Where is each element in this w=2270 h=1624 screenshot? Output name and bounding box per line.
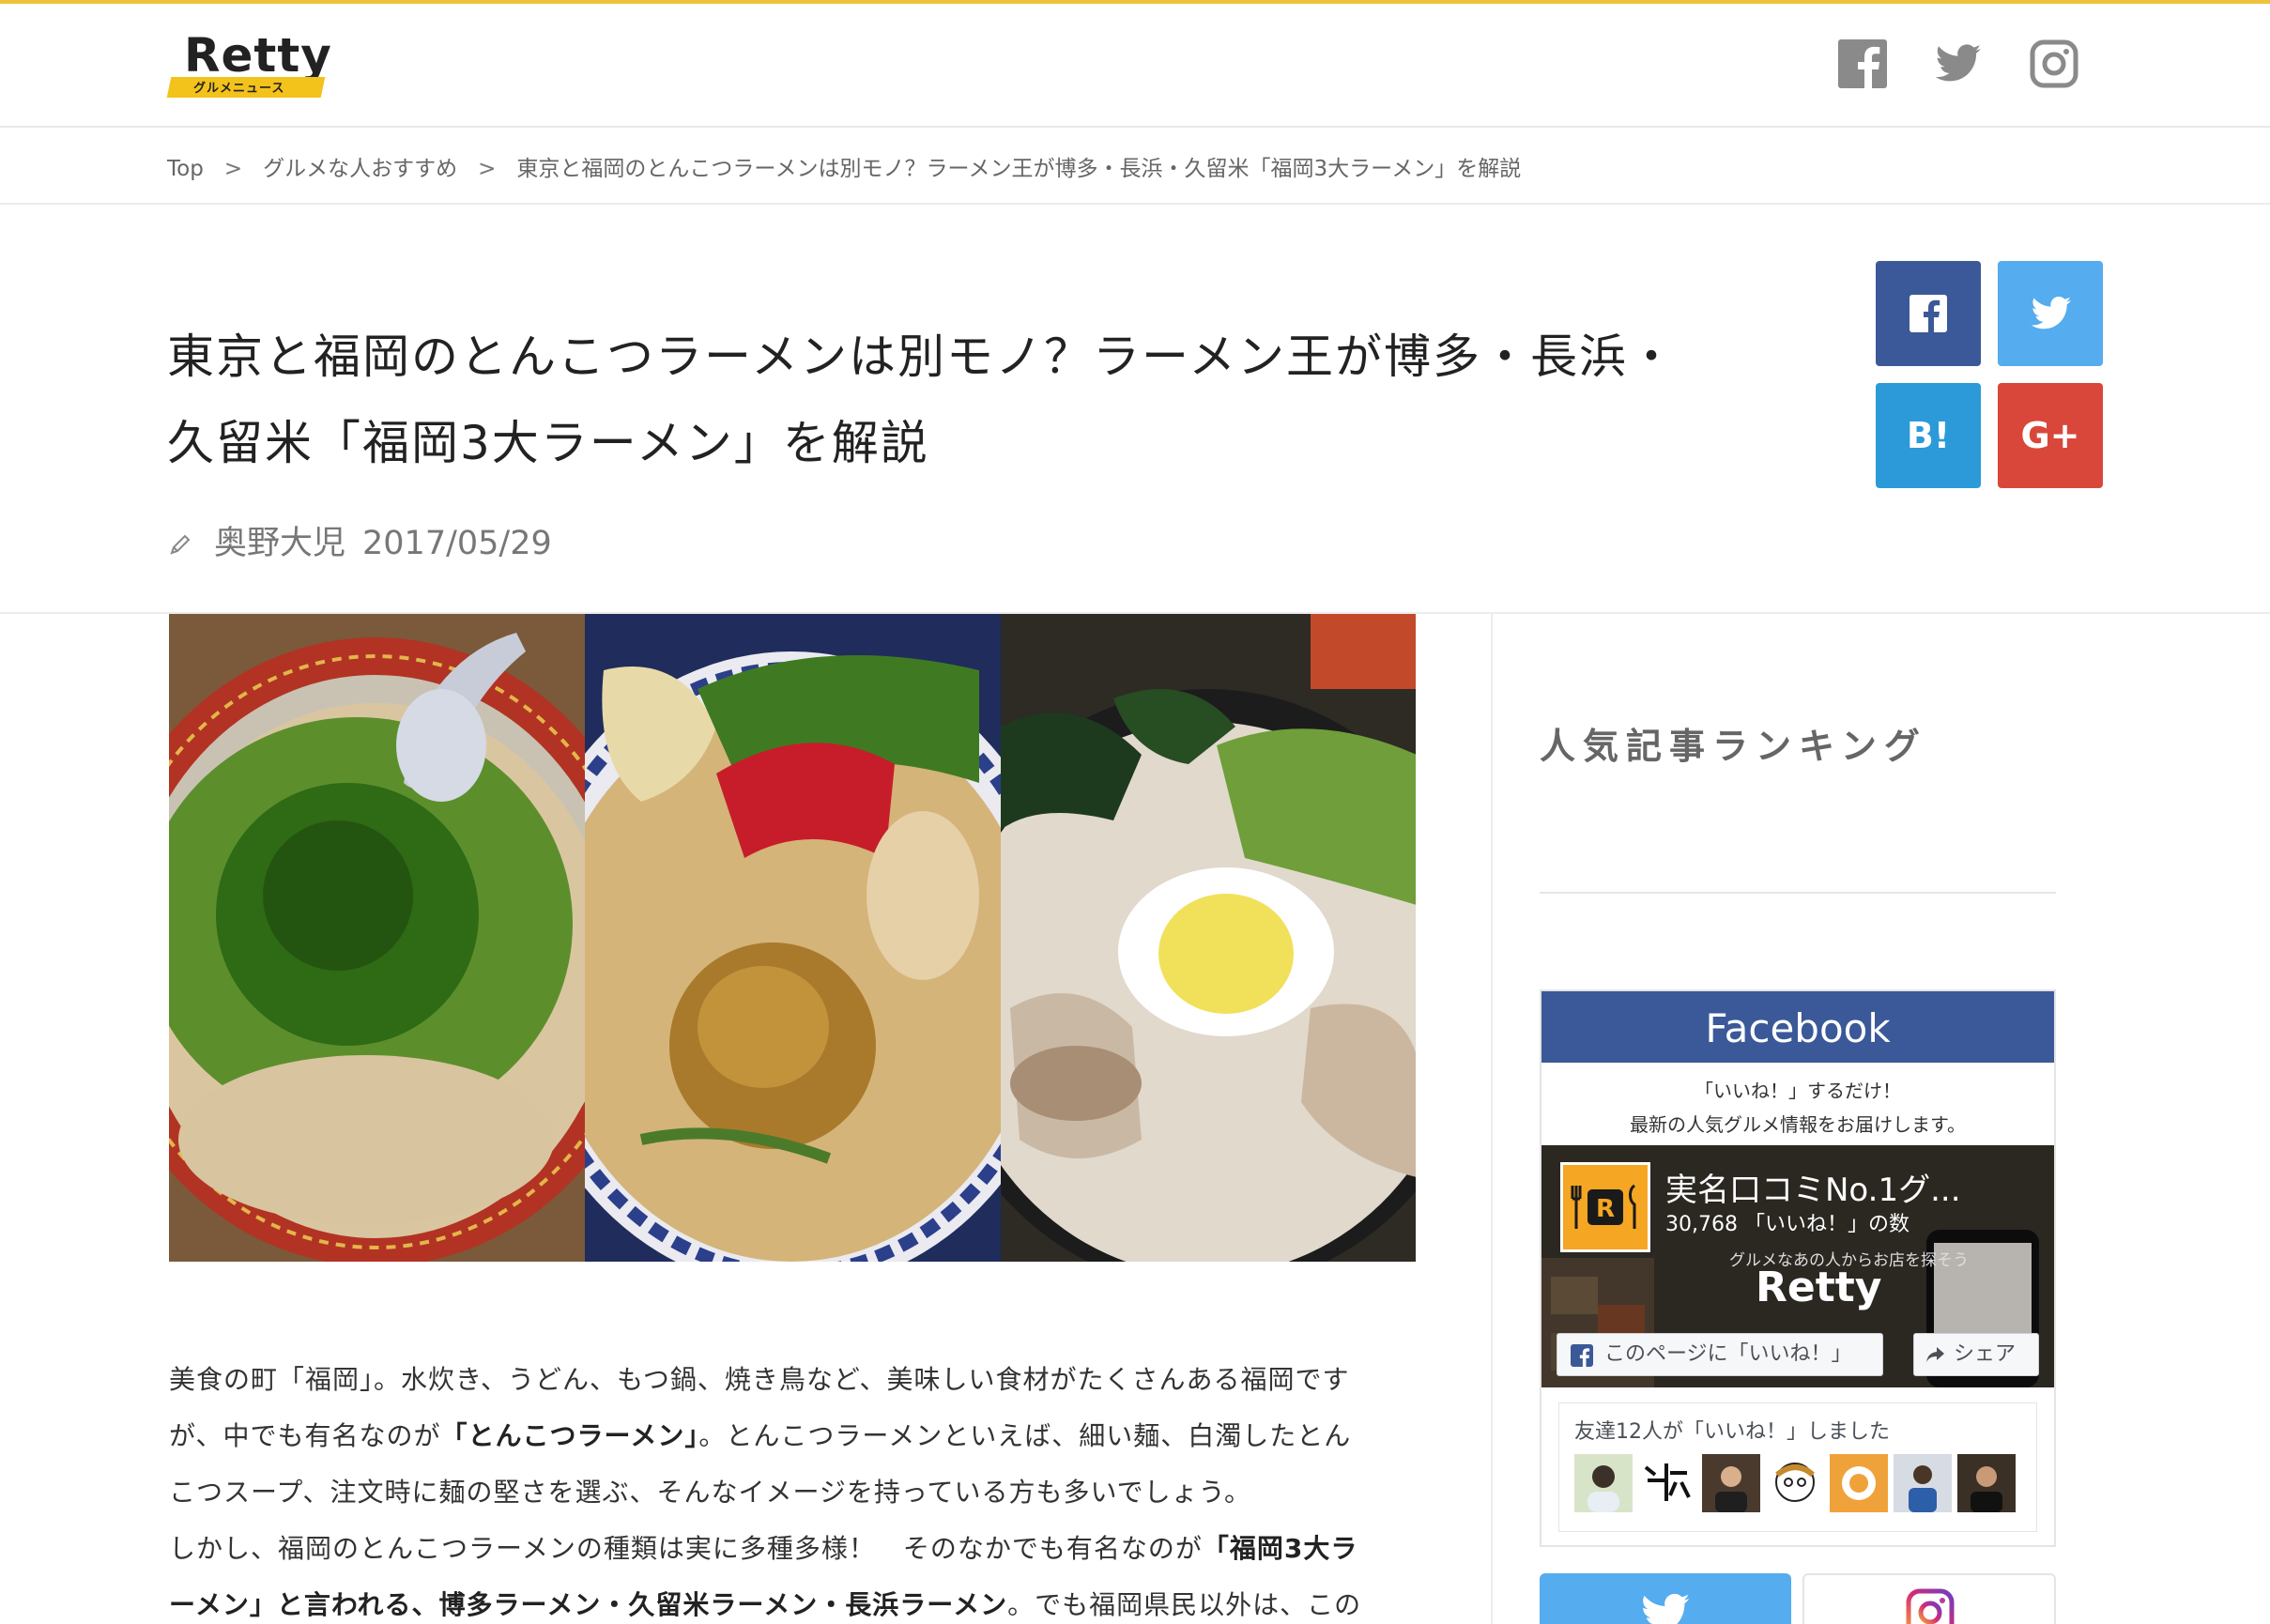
author-name[interactable]: 奥野大児 xyxy=(214,525,345,562)
article-text: しかし、福岡のとんこつラーメンの種類は実に多種多様！ そのなかでも有名なのが xyxy=(169,1533,1203,1564)
twitter-icon xyxy=(1643,1593,1690,1624)
twitter-follow-button[interactable] xyxy=(1540,1573,1791,1624)
twitter-icon xyxy=(1998,261,2103,366)
twitter-icon[interactable] xyxy=(1932,38,1985,90)
friend-avatar[interactable] xyxy=(1894,1454,1952,1512)
friend-avatar[interactable] xyxy=(1638,1454,1696,1512)
facebook-icon xyxy=(1876,261,1981,366)
facebook-icon xyxy=(1571,1344,1593,1367)
article-meta: 奥野大児 2017/05/29 xyxy=(167,516,552,563)
hero-image xyxy=(169,614,1416,1262)
ramen-photo-1 xyxy=(169,614,585,1262)
svg-text:R: R xyxy=(1596,1195,1615,1223)
facebook-icon[interactable] xyxy=(1836,38,1889,90)
facebook-share-button[interactable]: シェア xyxy=(1913,1333,2039,1376)
breadcrumb-current: 東京と福岡のとんこつラーメンは別モノ？ラーメン王が博多・長浜・久留米「福岡3大ラ… xyxy=(516,157,1522,181)
hatena-icon: B! xyxy=(1906,415,1951,456)
article-title: 東京と福岡のとんこつラーメンは別モノ？ラーメン王が博多・長浜・ 久留米「福岡3大… xyxy=(167,314,1763,486)
ranking-divider xyxy=(1540,892,2056,894)
friend-avatar[interactable] xyxy=(1830,1454,1888,1512)
site-header: Retty グルメニュース xyxy=(0,4,2270,128)
ranking-heading: 人気記事ランキング xyxy=(1540,726,1927,767)
share-arrow-icon xyxy=(1926,1347,1944,1362)
share-twitter-button[interactable] xyxy=(1998,261,2103,366)
facebook-like-count: 30,768 「いいね！」の数 xyxy=(1665,1207,1910,1237)
share-label: シェア xyxy=(1954,1342,2017,1366)
instagram-follow-button[interactable] xyxy=(1802,1573,2056,1624)
facebook-like-page-button[interactable]: このページに「いいね！」 xyxy=(1557,1333,1883,1376)
pen-icon xyxy=(170,534,191,555)
ramen-photo-3 xyxy=(1001,614,1416,1262)
breadcrumb-category[interactable]: グルメな人おすすめ xyxy=(263,150,457,182)
article-title-line2: 久留米「福岡3大ラーメン」を解説 xyxy=(167,416,929,470)
sidebar-divider xyxy=(1491,612,1493,1624)
instagram-icon[interactable] xyxy=(2028,38,2080,90)
article-paragraph-1: 美食の町「福岡」。水炊き、うどん、もつ鍋、焼き鳥など、美味しい食材がたくさんある… xyxy=(169,1352,1418,1521)
facebook-widget-description: 「いいね！」するだけ！ 最新の人気グルメ情報をお届けします。 xyxy=(1541,1074,2054,1141)
facebook-friends-box: 友達12人が「いいね！」しました xyxy=(1558,1402,2037,1532)
friends-liked-text: 友達12人が「いいね！」しました xyxy=(1574,1420,1890,1444)
facebook-widget: Facebook 「いいね！」するだけ！ 最新の人気グルメ情報をお届けします。 … xyxy=(1540,989,2056,1547)
article-paragraph-2: しかし、福岡のとんこつラーメンの種類は実に多種多様！ そのなかでも有名なのが「福… xyxy=(169,1521,1418,1624)
facebook-widget-heading: Facebook xyxy=(1541,991,2054,1063)
friend-avatar[interactable] xyxy=(1574,1454,1633,1512)
friend-avatar[interactable] xyxy=(1702,1454,1760,1512)
retty-logo[interactable]: Retty グルメニュース xyxy=(166,28,331,101)
article-text: が、中でも有名なのが xyxy=(169,1420,441,1451)
facebook-page-cover[interactable]: R 実名口コミNo.1グ... 30,768 「いいね！」の数 グルメなあの人か… xyxy=(1541,1145,2054,1387)
breadcrumb: Top > グルメな人おすすめ > 東京と福岡のとんこつラーメンは別モノ？ラーメン王が博… xyxy=(167,150,1521,182)
article-body: 美食の町「福岡」。水炊き、うどん、もつ鍋、焼き鳥など、美味しい食材がたくさんある… xyxy=(169,1352,1418,1624)
article-bold-text: ーメン」と言われる、博多ラーメン・久留米ラーメン・長浜ラーメン xyxy=(169,1589,1008,1620)
article-text: 。でも福岡県民以外は、この xyxy=(1007,1589,1362,1620)
breadcrumb-separator: > xyxy=(223,157,243,181)
like-count-label: 「いいね！」の数 xyxy=(1743,1213,1910,1236)
breadcrumb-top[interactable]: Top xyxy=(167,157,204,181)
logo-subtitle: グルメニュース xyxy=(193,82,285,96)
breadcrumb-separator: > xyxy=(478,157,497,181)
facebook-desc-line1: 「いいね！」するだけ！ xyxy=(1695,1080,1901,1102)
googleplus-icon: G+ xyxy=(2020,415,2080,456)
article-bold-text: 「とんこつラーメン」 xyxy=(440,1420,699,1451)
share-googleplus-button[interactable]: G+ xyxy=(1998,383,2103,488)
article-title-line1: 東京と福岡のとんこつラーメンは別モノ？ラーメン王が博多・長浜・ xyxy=(167,329,1677,384)
instagram-icon xyxy=(1906,1588,1955,1624)
article-text: 。とんこつラーメンといえば、細い麺、白濁したとん xyxy=(698,1420,1352,1451)
like-count-value: 30,768 xyxy=(1665,1213,1738,1236)
facebook-desc-line2: 最新の人気グルメ情報をお届けします。 xyxy=(1630,1113,1966,1136)
publish-date: 2017/05/29 xyxy=(362,525,552,562)
friend-avatar[interactable] xyxy=(1957,1454,2016,1512)
friend-avatar[interactable] xyxy=(1766,1454,1824,1512)
retty-page-avatar: R xyxy=(1560,1162,1650,1252)
article-text: 美食の町「福岡」。水炊き、うどん、もつ鍋、焼き鳥など、美味しい食材がたくさんある… xyxy=(169,1364,1350,1395)
like-page-label: このページに「いいね！」 xyxy=(1604,1342,1852,1366)
logo-text: Retty xyxy=(184,28,332,83)
cover-brand: Retty xyxy=(1756,1264,1882,1311)
breadcrumb-divider xyxy=(0,203,2270,205)
article-text: こつスープ、注文時に麺の堅さを選ぶ、そんなイメージを持っている方も多いでしょう。 xyxy=(169,1477,1252,1508)
ramen-photo-2 xyxy=(585,614,1001,1262)
facebook-page-name[interactable]: 実名口コミNo.1グ... xyxy=(1665,1164,1961,1210)
article-bold-text: 「福岡3大ラ xyxy=(1202,1533,1358,1564)
share-hatena-button[interactable]: B! xyxy=(1876,383,1981,488)
share-facebook-button[interactable] xyxy=(1876,261,1981,366)
